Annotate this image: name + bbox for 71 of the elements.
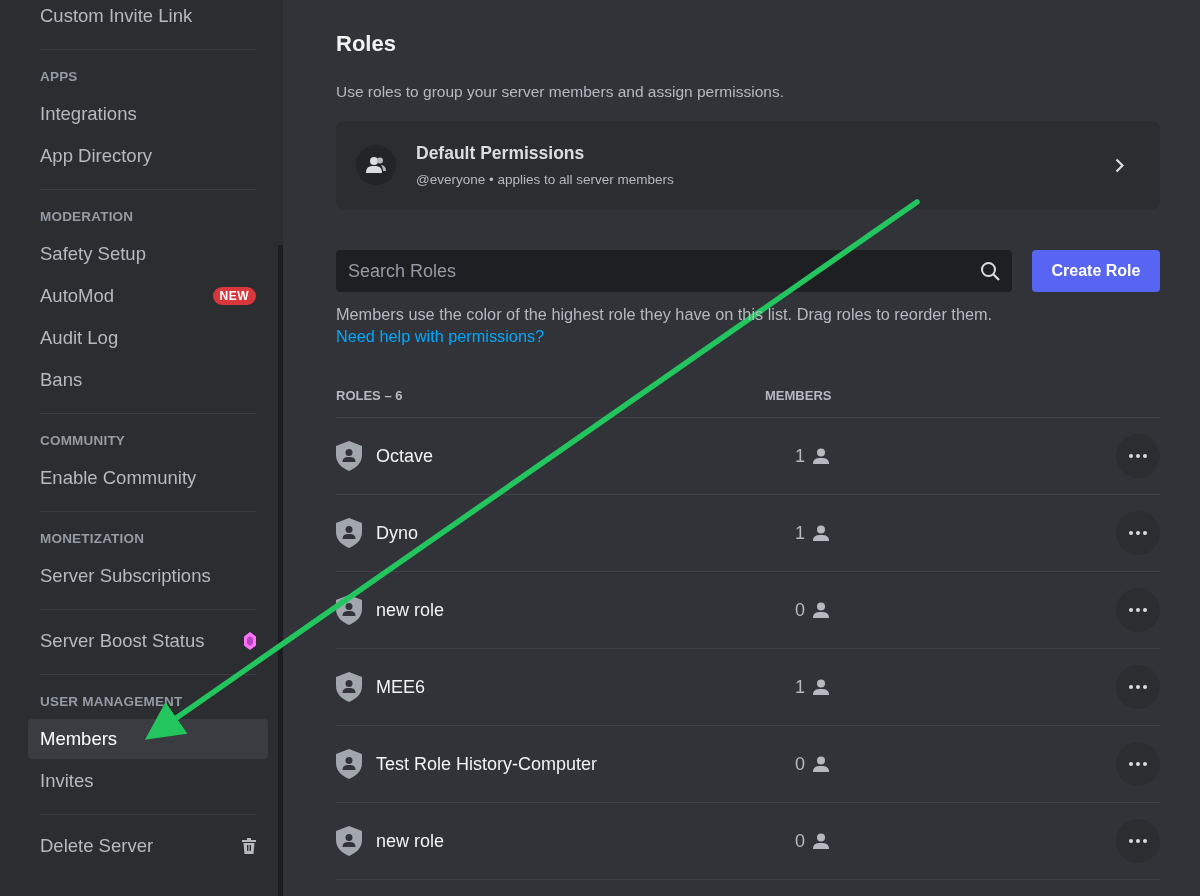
page-title: Roles [336, 31, 397, 57]
section-header: MODERATION [39, 208, 135, 226]
card-title: Default Permissions [416, 143, 586, 164]
ellipsis-icon [1129, 839, 1147, 843]
sidebar-item[interactable]: Custom Invite Link [28, 0, 268, 36]
sidebar-item[interactable]: AutoMod NEW [28, 276, 268, 316]
member-count: 0 [795, 599, 805, 621]
default-permissions-card[interactable]: Default Permissions @everyone • applies to all server members [336, 121, 1160, 209]
shield-icon [336, 749, 362, 779]
section-header: MONETIZATION [39, 530, 146, 548]
more-options-button[interactable] [1116, 434, 1160, 478]
new-badge: NEW [212, 287, 256, 305]
sidebar-item[interactable]: Invites [28, 761, 268, 801]
member-count: 0 [795, 830, 805, 852]
sidebar-item[interactable]: Integrations [28, 94, 268, 134]
person-icon [813, 525, 829, 541]
card-subtitle: @everyone • applies to all server members [416, 172, 675, 187]
shield-icon [336, 672, 362, 702]
person-icon [813, 679, 829, 695]
more-options-button[interactable] [1116, 819, 1160, 863]
sidebar-item[interactable]: Server Subscriptions [28, 556, 268, 596]
role-name[interactable]: new role [376, 599, 445, 621]
role-name[interactable]: Dyno [376, 522, 419, 544]
sidebar-item[interactable]: Delete Server [28, 826, 268, 866]
role-name[interactable]: MEE6 [376, 676, 426, 698]
more-options-button[interactable] [1116, 665, 1160, 709]
section-header: APPS [39, 68, 79, 86]
sidebar-item[interactable]: Bans [28, 360, 268, 400]
member-count: 1 [795, 676, 805, 698]
member-count: 1 [795, 522, 805, 544]
more-options-button[interactable] [1116, 742, 1160, 786]
shield-icon [336, 518, 362, 548]
sidebar-item[interactable]: Server Boost Status [28, 621, 268, 661]
sidebar-item[interactable]: Enable Community [28, 458, 268, 498]
role-name[interactable]: Octave [376, 445, 434, 467]
section-header: USER MANAGEMENT [39, 693, 184, 711]
ellipsis-icon [1129, 685, 1147, 689]
help-link[interactable]: Need help with permissions? [336, 327, 545, 345]
sidebar-item[interactable]: Safety Setup [28, 234, 268, 274]
ellipsis-icon [1129, 608, 1147, 612]
person-icon [813, 448, 829, 464]
column-header: ROLES – 6 [336, 388, 404, 403]
ellipsis-icon [1129, 531, 1147, 535]
person-icon [813, 756, 829, 772]
more-options-button[interactable] [1116, 511, 1160, 555]
role-name[interactable]: new role [376, 830, 445, 852]
shield-icon [336, 441, 362, 471]
scrollbar[interactable] [278, 245, 283, 896]
create-role-button[interactable]: Create Role [1032, 250, 1160, 292]
member-count: 0 [795, 753, 805, 775]
search-field[interactable]: Search Roles [336, 250, 1012, 292]
sidebar-item[interactable]: App Directory [28, 136, 268, 176]
ellipsis-icon [1129, 454, 1147, 458]
more-options-button[interactable] [1116, 588, 1160, 632]
ellipsis-icon [1129, 762, 1147, 766]
shield-icon [336, 595, 362, 625]
member-count: 1 [795, 445, 805, 467]
trash-icon[interactable] [242, 838, 256, 854]
role-name[interactable]: Test Role History-Computer [376, 753, 598, 775]
search-icon [980, 261, 1000, 281]
section-header: COMMUNITY [39, 432, 127, 450]
sidebar-item[interactable]: Members [28, 719, 268, 759]
person-icon [813, 602, 829, 618]
shield-icon [336, 826, 362, 856]
members-icon [356, 145, 396, 185]
gem-icon [244, 632, 256, 650]
sidebar-item[interactable]: Audit Log [28, 318, 268, 358]
chevron-right-icon [1115, 157, 1124, 173]
column-header: MEMBERS [765, 388, 833, 403]
page-description: Use roles to group your server members and assign permissions. [336, 83, 785, 101]
person-icon [813, 833, 829, 849]
